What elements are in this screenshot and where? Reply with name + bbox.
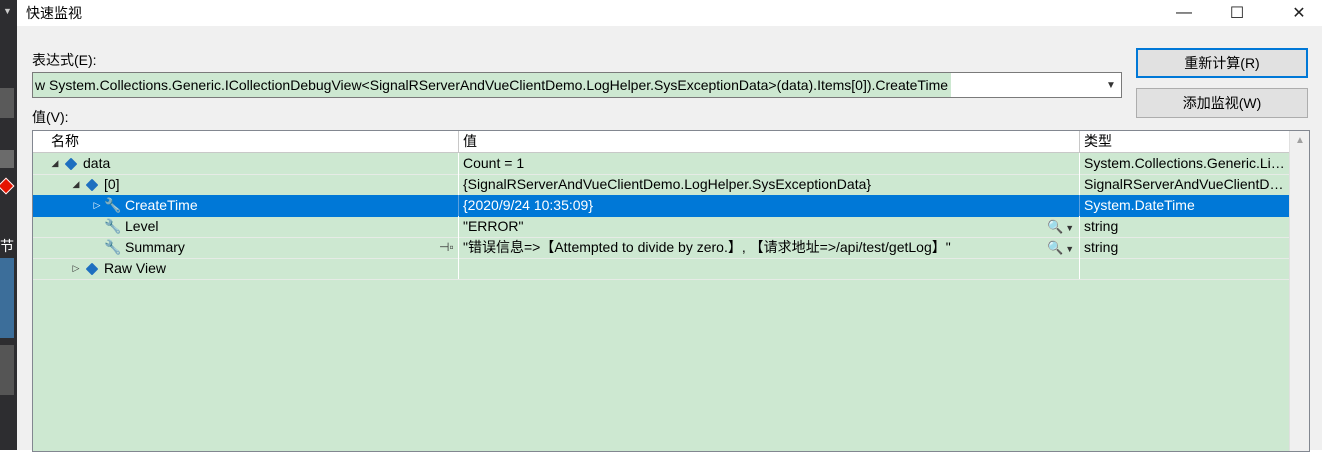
name-cell-content: ▷ 🔧 CreateTime [91,195,198,216]
watch-grid[interactable]: 名称 值 类型 ◢ data Count = 1 System.Collections… [32,130,1310,452]
row-value: {2020/9/24 10:35:09} [463,197,594,213]
window-title: 快速监视 [26,5,82,21]
name-cell[interactable]: ▷ 🔧 CreateTime [33,195,459,216]
value-cell[interactable]: {SignalRServerAndVueClientDemo.LogHelper… [459,174,1080,195]
watch-row[interactable]: ◢ [0] {SignalRServerAndVueClientDemo.LogHe… [33,174,1289,196]
value-cell[interactable] [459,258,1080,279]
row-value: "ERROR" [463,218,524,234]
type-cell[interactable]: string [1080,216,1289,237]
collapse-arrow-icon[interactable]: ◢ [49,153,61,174]
collapse-arrow-icon[interactable]: ◢ [70,174,82,195]
add-watch-button[interactable]: 添加监视(W) [1136,88,1308,118]
row-value: Count = 1 [463,155,525,171]
expression-label: 表达式(E): [32,52,97,68]
row-name: [0] [104,176,120,192]
name-cell-content: 🔧 Level [91,216,158,237]
value-cell[interactable]: Count = 1 [459,153,1080,174]
name-cell-content: 🔧 Summary [91,237,185,258]
value-label: 值(V): [32,109,69,125]
ide-panel-block [0,88,14,118]
background-ide-strip: ▼ 节 [0,0,17,450]
row-name: data [83,155,111,171]
expression-combobox[interactable]: w System.Collections.Generic.ICollection… [32,72,1122,98]
name-cell[interactable]: ◢ data [33,153,459,174]
wrench-shape: 🔧 [104,197,122,213]
quickwatch-dialog: 表达式(E): w System.Collections.Generic.ICo… [17,26,1322,452]
dropdown-arrow-icon: ▼ [3,6,12,16]
recalculate-button[interactable]: 重新计算(R) [1136,48,1308,78]
type-cell[interactable]: System.Collections.Generic.Li… [1080,153,1289,174]
scroll-up-icon[interactable]: ▲ [1295,135,1305,146]
name-cell[interactable]: ▷ Raw View [33,258,459,279]
watch-row[interactable]: ▷ 🔧 CreateTime {2020/9/24 10:35:09} System.D… [33,195,1289,217]
row-name: Raw View [104,260,166,276]
vertical-scrollbar[interactable]: ▲ [1289,131,1309,451]
row-name: Summary [125,239,185,255]
maximize-button[interactable]: ☐ [1214,0,1260,26]
cube-shape [85,178,99,191]
visualizer-magnifier-icon[interactable]: 🔍 ▼ [1047,237,1074,258]
title-bar: 快速监视 — ☐ ✕ [0,0,1322,26]
pin-icon[interactable]: ⊣▫ [439,237,454,258]
breakpoint-icon [0,177,15,195]
value-cell[interactable]: {2020/9/24 10:35:09} [459,195,1080,216]
type-cell[interactable]: SignalRServerAndVueClientD… [1080,174,1289,195]
property-wrench-icon: 🔧 [104,197,122,214]
row-name: CreateTime [125,197,198,213]
row-name: Level [125,218,159,234]
grid-header: 名称 值 类型 [33,131,1289,153]
chevron-down-icon[interactable]: ▼ [1101,73,1121,97]
name-cell[interactable]: ◢ [0] [33,174,459,195]
name-cell-content: ▷ Raw View [70,258,166,279]
name-cell-content: ◢ data [49,153,111,174]
wrench-shape: 🔧 [104,239,122,255]
ide-strip-text: 节 [0,238,14,254]
row-value: {SignalRServerAndVueClientDemo.LogHelper… [463,176,872,192]
watch-row[interactable]: 🔧 Level "ERROR" 🔍 ▼ string [33,216,1289,238]
ide-panel-block [0,345,14,395]
object-cube-icon [84,261,100,277]
wrench-shape: 🔧 [104,218,122,234]
expand-arrow-icon[interactable]: ▷ [91,195,103,216]
visualizer-magnifier-icon[interactable]: 🔍 ▼ [1047,216,1074,237]
watch-row[interactable]: ◢ data Count = 1 System.Collections.Generic… [33,153,1289,175]
column-header-name[interactable]: 名称 [33,131,459,152]
column-header-value[interactable]: 值 [459,131,1080,152]
row-value: "错误信息=>【Attempted to divide by zero.】, 【… [463,239,951,255]
name-cell[interactable]: 🔧 Level [33,216,459,237]
name-cell-content: ◢ [0] [70,174,120,195]
minimize-button[interactable]: — [1161,0,1207,26]
value-cell[interactable]: "ERROR" 🔍 ▼ [459,216,1080,237]
property-wrench-icon: 🔧 [104,218,122,235]
type-cell[interactable]: string [1080,237,1289,258]
column-header-type[interactable]: 类型 [1080,131,1289,152]
close-button[interactable]: ✕ [1276,0,1322,26]
name-cell[interactable]: 🔧 Summary ⊣▫ [33,237,459,258]
object-cube-icon [63,156,79,172]
type-cell[interactable]: System.DateTime [1080,195,1289,216]
cube-shape [64,157,78,170]
value-cell[interactable]: "错误信息=>【Attempted to divide by zero.】, 【… [459,237,1080,258]
expand-arrow-icon[interactable]: ▷ [70,258,82,279]
watch-row[interactable]: ▷ Raw View [33,258,1289,280]
ide-panel-block [0,150,14,168]
expression-input[interactable]: w System.Collections.Generic.ICollection… [33,73,952,97]
cube-shape [85,262,99,275]
ide-panel-block [0,258,14,338]
object-cube-icon [84,177,100,193]
property-wrench-icon: 🔧 [104,239,122,256]
watch-row[interactable]: 🔧 Summary ⊣▫ "错误信息=>【Attempted to divide by… [33,237,1289,259]
type-cell[interactable] [1080,258,1289,279]
